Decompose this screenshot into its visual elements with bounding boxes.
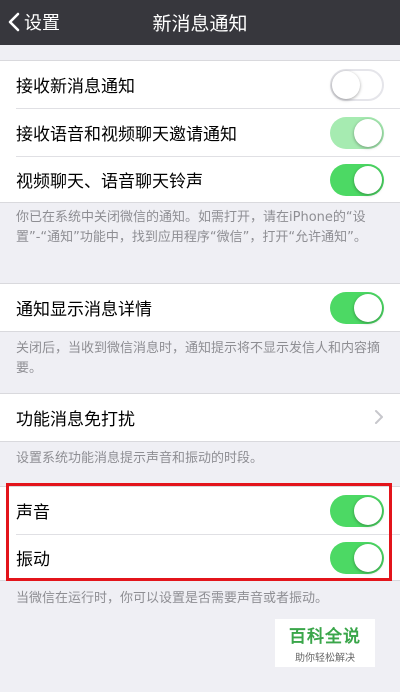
sound-vibration-note: 当微信在运行时，你可以设置是否需要声音或者振动。 xyxy=(16,591,329,606)
page-title: 新消息通知 xyxy=(152,13,248,35)
watermark-title: 百科全说 xyxy=(289,627,361,647)
toggle-knob xyxy=(354,166,382,194)
row-do-not-disturb[interactable]: 功能消息免打扰 xyxy=(0,394,400,441)
toggle-knob xyxy=(354,119,382,147)
sound-vibration-group: 声音 振动 xyxy=(0,486,400,581)
toggle-knob xyxy=(354,497,382,525)
system-notification-note: 你已在系统中关闭微信的通知。如需打开，请在iPhone的“设置”-“通知”功能中… xyxy=(16,210,367,245)
toggle-knob xyxy=(354,544,382,572)
receive-new-message-toggle[interactable] xyxy=(330,69,384,101)
watermark-logo: 百科全说 助你轻松解决 xyxy=(275,619,375,667)
row-receive-new-message: 接收新消息通知 xyxy=(0,61,400,108)
toggle-knob xyxy=(354,294,382,322)
row-show-message-detail: 通知显示消息详情 xyxy=(0,284,400,331)
row-vibration: 振动 xyxy=(0,534,400,581)
row-label: 接收语音和视频聊天邀请通知 xyxy=(16,125,237,145)
row-label: 振动 xyxy=(16,550,50,570)
row-call-ringtone: 视频聊天、语音聊天铃声 xyxy=(0,156,400,203)
notification-group: 接收新消息通知 接收语音和视频聊天邀请通知 视频聊天、语音聊天铃声 xyxy=(0,60,400,203)
row-label: 功能消息免打扰 xyxy=(16,410,135,430)
message-detail-group: 通知显示消息详情 xyxy=(0,283,400,332)
row-label: 视频聊天、语音聊天铃声 xyxy=(16,172,203,192)
row-sound: 声音 xyxy=(0,487,400,534)
do-not-disturb-group: 功能消息免打扰 xyxy=(0,393,400,442)
vibration-toggle[interactable] xyxy=(330,542,384,574)
do-not-disturb-note: 设置系统功能消息提示声音和振动的时段。 xyxy=(16,451,264,466)
row-label: 通知显示消息详情 xyxy=(16,300,152,320)
toggle-knob xyxy=(332,71,360,99)
sound-toggle[interactable] xyxy=(330,495,384,527)
voice-video-invite-toggle[interactable] xyxy=(330,117,384,149)
row-label: 声音 xyxy=(16,503,50,523)
watermark-subtitle: 助你轻松解决 xyxy=(295,653,355,664)
message-detail-note: 关闭后，当收到微信消息时，通知提示将不显示发信人和内容摘要。 xyxy=(16,341,381,376)
row-label: 接收新消息通知 xyxy=(16,77,135,97)
navigation-bar: 设置 新消息通知 xyxy=(0,0,400,45)
row-voice-video-invite: 接收语音和视频聊天邀请通知 xyxy=(0,109,400,156)
chevron-right-icon xyxy=(375,410,383,424)
call-ringtone-toggle[interactable] xyxy=(330,164,384,196)
show-message-detail-toggle[interactable] xyxy=(330,292,384,324)
